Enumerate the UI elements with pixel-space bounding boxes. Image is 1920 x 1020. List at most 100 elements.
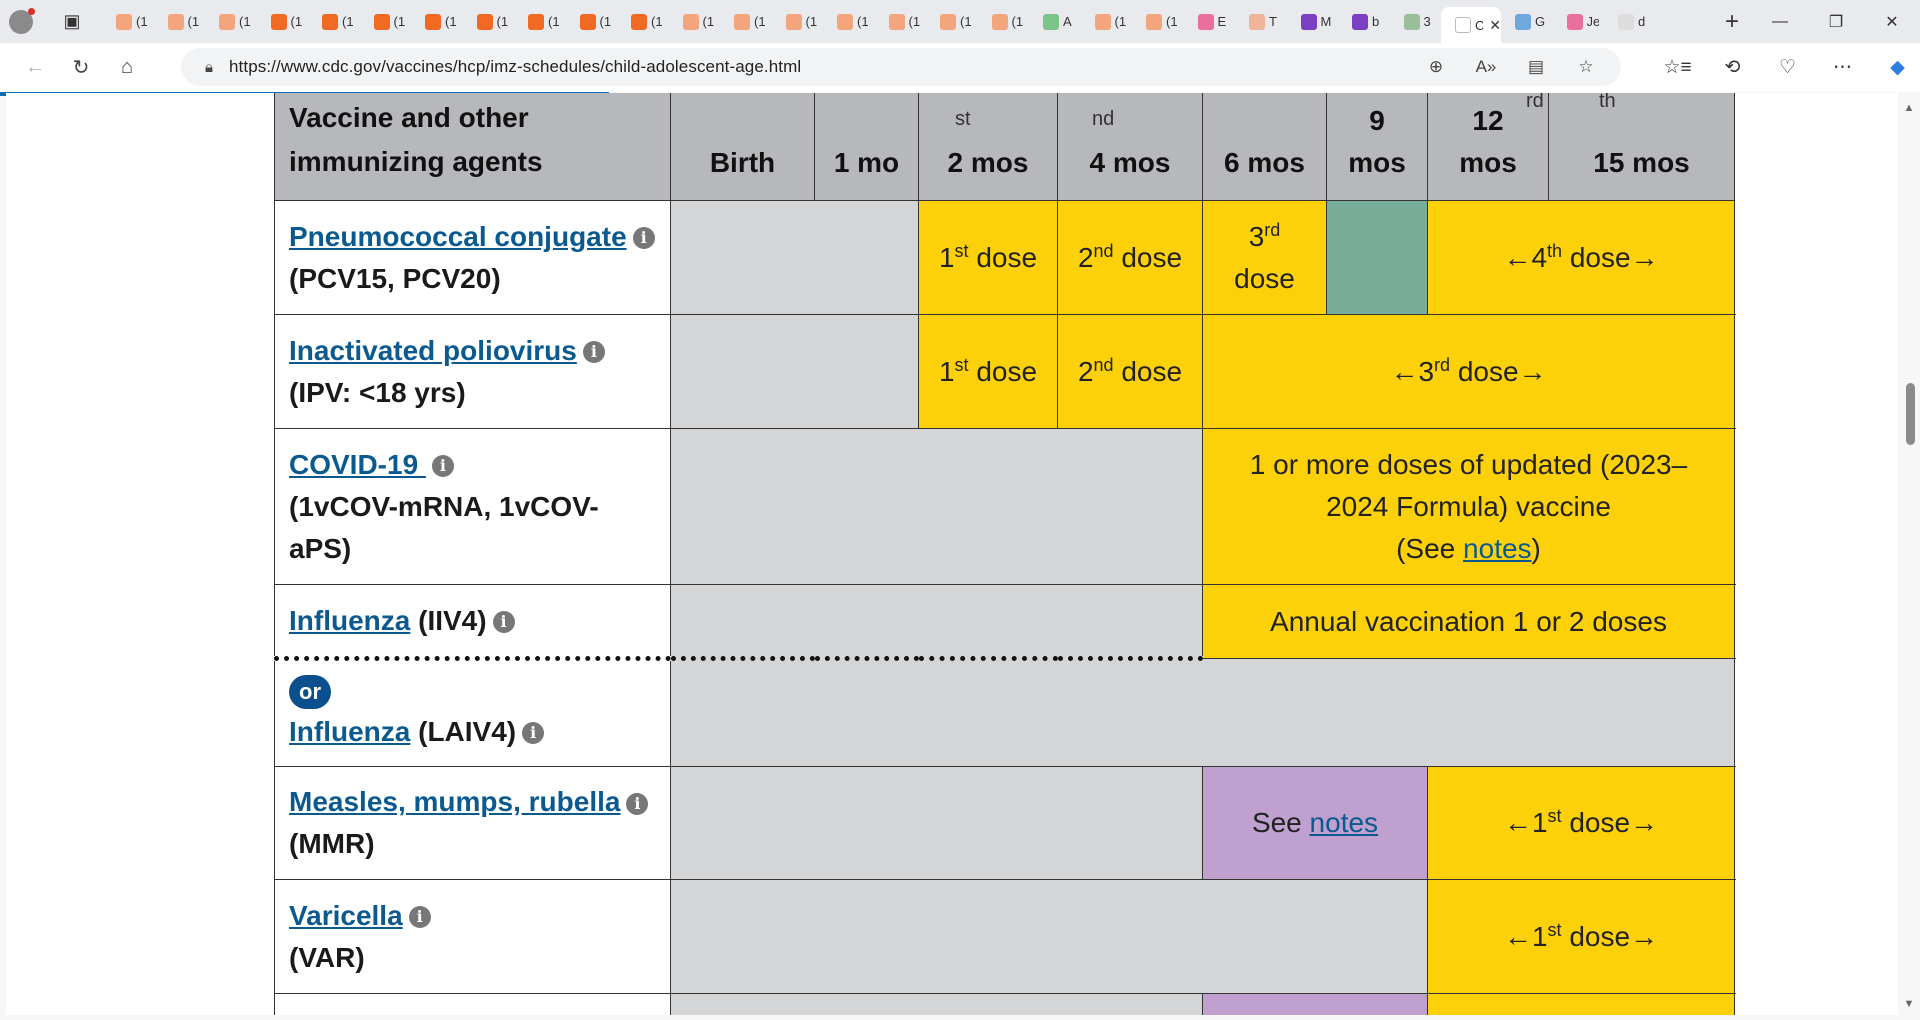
tab-title: Je [1586, 14, 1599, 29]
info-icon[interactable]: i [408, 906, 431, 929]
mmr-link[interactable]: Measles, mumps, rubella [289, 786, 620, 817]
notes-link[interactable]: notes [1463, 533, 1532, 564]
cell-ipv-dose-2: 2nd dose [1057, 314, 1203, 429]
notes-link[interactable]: notes [1310, 807, 1379, 838]
iiv4-abbrev: (IIV4) [410, 604, 487, 636]
info-icon[interactable]: i [431, 455, 454, 478]
browser-tab[interactable]: E [1184, 7, 1236, 37]
close-window-icon[interactable]: ✕ [1864, 0, 1920, 43]
close-tab-icon[interactable]: ✕ [1489, 17, 1501, 34]
tab-title: (1 [599, 14, 612, 29]
cell-not-recommended [670, 993, 1203, 1015]
restore-icon[interactable]: ❐ [1808, 0, 1864, 43]
tab-actions-icon[interactable]: ▣ [42, 0, 102, 43]
browser-tab[interactable]: 3 [1390, 7, 1442, 37]
browser-tab[interactable]: Je [1553, 7, 1605, 37]
back-arrow-icon[interactable]: ← [12, 48, 58, 88]
url-text[interactable]: https://www.cdc.gov/vaccines/hcp/imz-sch… [229, 57, 801, 77]
browser-tab[interactable]: (1 [102, 7, 154, 37]
agent-mmr: Measles, mumps, rubella i (MMR) [274, 766, 671, 880]
bookmark-icon [270, 13, 287, 30]
navigation-bar: ← ↻ ⌂ 🔒︎ https://www.cdc.gov/vaccines/hc… [0, 43, 1920, 92]
new-tab-button[interactable]: + [1712, 0, 1752, 43]
scroll-down-icon[interactable]: ▼ [1898, 995, 1920, 1013]
minimize-icon[interactable]: — [1752, 0, 1808, 43]
history-icon[interactable]: ⟲ [1705, 43, 1760, 92]
immersive-reader-icon[interactable]: ▤ [1511, 48, 1561, 86]
browser-tab[interactable]: (1 [1132, 7, 1184, 37]
browser-tab[interactable]: (1 [926, 7, 978, 37]
bookmark-icon [476, 13, 493, 30]
cell-not-recommended [670, 584, 1203, 661]
favorites-icon[interactable]: ☆≡ [1650, 43, 1705, 92]
yahoo-icon [1300, 13, 1317, 30]
tab-title: (1 [290, 14, 303, 29]
info-icon[interactable]: i [492, 611, 515, 634]
bookmark-icon [116, 13, 132, 30]
browser-tab[interactable]: (1 [1081, 7, 1133, 37]
ipv-link[interactable]: Inactivated poliovirus [289, 335, 577, 366]
browser-tab[interactable]: (1 [772, 7, 824, 37]
vertical-scrollbar[interactable]: ▲ ▼ [1898, 93, 1920, 1015]
scroll-up-icon[interactable]: ▲ [1898, 99, 1920, 117]
pcv-link[interactable]: Pneumococcal conjugate [289, 221, 627, 252]
cell-catch-up [1326, 200, 1428, 315]
browser-tab[interactable]: M [1287, 7, 1339, 37]
info-icon[interactable]: i [632, 227, 655, 250]
copilot-icon[interactable]: ◆ [1870, 43, 1920, 92]
lock-icon[interactable]: 🔒︎ [189, 48, 229, 86]
browser-tab[interactable]: (1 [308, 7, 360, 37]
browser-tab[interactable]: (1 [154, 7, 206, 37]
table-row: Influenza (IIV4) i Annual vaccination 1 o… [274, 584, 1735, 661]
browser-tab[interactable]: (1 [463, 7, 515, 37]
read-aloud-icon[interactable]: A» [1461, 48, 1511, 86]
scrollbar-thumb[interactable] [1906, 383, 1915, 445]
bookmark-icon [888, 13, 905, 30]
more-menu-icon[interactable]: ⋯ [1815, 43, 1870, 92]
immunization-schedule-table: Vaccine and other immunizing agents Birt… [274, 93, 1735, 1015]
browser-tab[interactable]: (1 [514, 7, 566, 37]
browser-tab[interactable]: (1 [875, 7, 927, 37]
address-bar[interactable]: 🔒︎ https://www.cdc.gov/vaccines/hcp/imz-… [181, 48, 1621, 86]
varicella-link[interactable]: Varicella [289, 900, 403, 931]
tab-title: (1 [1011, 14, 1024, 29]
home-icon[interactable]: ⌂ [104, 48, 150, 88]
refresh-icon[interactable]: ↻ [58, 48, 104, 88]
profile-button[interactable] [0, 0, 42, 43]
browser-tab[interactable]: (1 [823, 7, 875, 37]
browser-tab[interactable]: (1 [566, 7, 618, 37]
pcv-abbrev: (PCV15, PCV20) [289, 262, 501, 294]
browser-tab[interactable]: C ✕ [1441, 7, 1501, 43]
browser-tab[interactable]: G [1501, 7, 1553, 37]
tab-title: (1 [805, 14, 818, 29]
agent-partial [274, 993, 671, 1015]
browser-tab[interactable]: b [1338, 7, 1390, 37]
performance-icon[interactable]: ♡ [1760, 43, 1815, 92]
info-icon[interactable]: i [582, 341, 605, 364]
browser-tab[interactable]: d [1604, 7, 1656, 37]
tab-title: (1 [136, 14, 148, 29]
browser-tab[interactable]: (1 [669, 7, 721, 37]
browser-tab[interactable]: (1 [411, 7, 463, 37]
header-birth: Birth [670, 93, 815, 201]
tab-strip: (1 (1 (1 (1 (1 (1 (1 (1 (1 (1 (1 (1 (1 (1 (1 (1 (1 (1 A (1 (… [102, 0, 1712, 43]
page-viewport: Vaccine and other immunizing agents Birt… [6, 93, 1898, 1015]
browser-tab[interactable]: (1 [205, 7, 257, 37]
info-icon[interactable]: i [522, 722, 545, 745]
browser-tab[interactable]: (1 [257, 7, 309, 37]
favorite-star-icon[interactable]: ☆ [1561, 48, 1611, 86]
bookmark-icon [631, 13, 647, 30]
browser-tab[interactable]: T [1235, 7, 1287, 37]
covid-link[interactable]: COVID-19 [289, 449, 426, 480]
browser-tab[interactable]: A [1029, 7, 1081, 37]
zoom-icon[interactable]: ⊕ [1411, 48, 1461, 86]
cell-recommended [1427, 993, 1735, 1015]
influenza-iiv4-link[interactable]: Influenza [289, 605, 410, 636]
cell-mmr-special: See notes [1202, 766, 1428, 880]
influenza-laiv4-link[interactable]: Influenza [289, 716, 410, 747]
browser-tab[interactable]: (1 [617, 7, 669, 37]
browser-tab[interactable]: (1 [360, 7, 412, 37]
info-icon[interactable]: i [626, 792, 649, 815]
browser-tab[interactable]: (1 [978, 7, 1030, 37]
browser-tab[interactable]: (1 [720, 7, 772, 37]
